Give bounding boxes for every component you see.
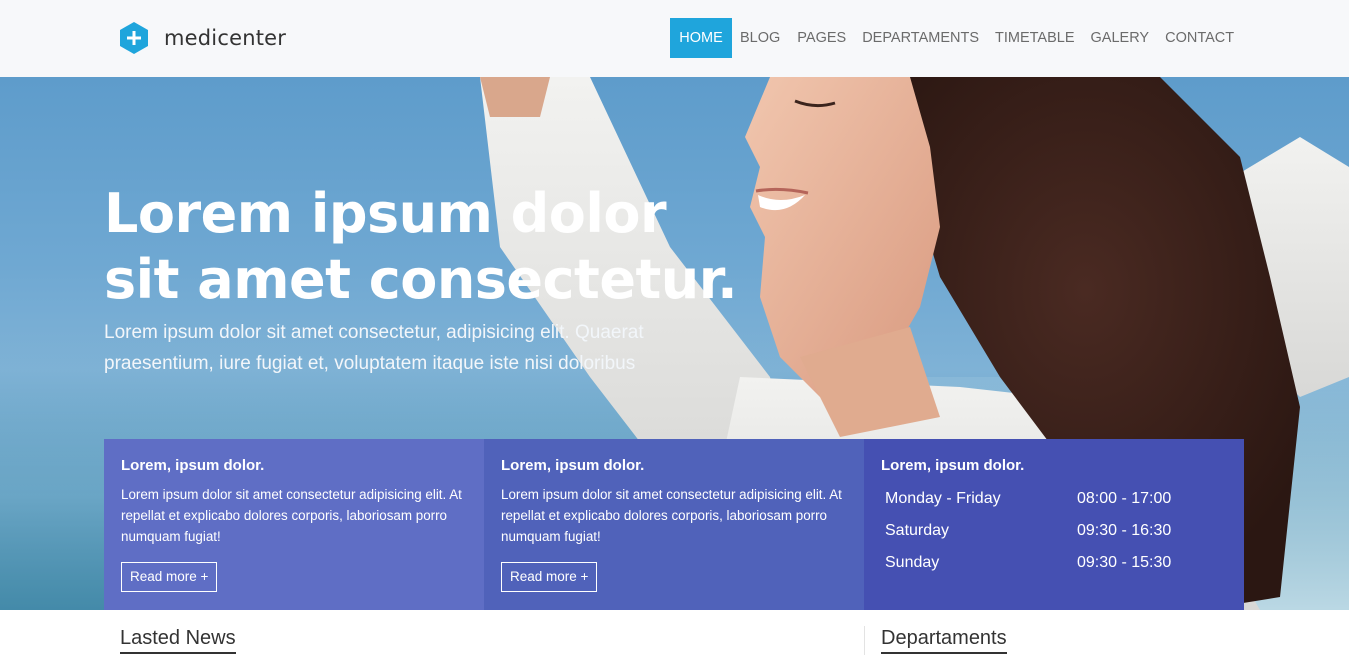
info-box-title: Lorem, ipsum dolor. [881,457,1025,474]
nav-item-timetable[interactable]: TIMETABLE [995,18,1075,58]
hours-day: Sunday [885,554,940,571]
medical-cross-icon [120,22,148,54]
info-box-2: Lorem, ipsum dolor. Lorem ipsum dolor si… [484,439,864,610]
hero-title-line1: Lorem ipsum dolor [104,182,667,245]
brand-name: medicenter [164,26,287,50]
info-box-title: Lorem, ipsum dolor. [501,457,645,474]
hero-title-line2: sit amet consectetur. [104,248,738,311]
hours-day: Saturday [885,522,950,539]
latest-news-heading: Lasted News [120,626,236,654]
info-box-1: Lorem, ipsum dolor. Lorem ipsum dolor si… [104,439,484,610]
hours-time: 09:30 - 15:30 [1077,554,1172,571]
departments-heading: Departaments [881,626,1007,654]
nav-item-home[interactable]: HOME [670,18,732,58]
opening-hours-box: Lorem, ipsum dolor. Monday - Friday 08:0… [864,439,1244,610]
info-box-title: Lorem, ipsum dolor. [121,457,265,474]
hero-subtitle-line2: praesentium, iure fugiat et, voluptatem … [104,353,636,374]
hours-row: Sunday 09:30 - 15:30 [885,549,1225,581]
hours-row: Saturday 09:30 - 16:30 [885,517,1225,549]
hero-subtitle-line1: Lorem ipsum dolor sit amet consectetur, … [104,322,644,343]
main-nav: HOME BLOG PAGES DEPARTAMENTS TIMETABLE G… [670,18,1234,58]
site-header: medicenter HOME BLOG PAGES DEPARTAMENTS … [0,0,1349,77]
info-box-text: Lorem ipsum dolor sit amet consectetur a… [501,487,842,544]
hours-time: 09:30 - 16:30 [1077,522,1172,539]
read-more-button[interactable]: Read more + [501,562,598,592]
nav-item-contact[interactable]: CONTACT [1165,18,1234,58]
hero-title: Lorem ipsum dolor sit amet consectetur. [104,181,744,313]
section-divider [864,626,865,655]
opening-hours-table: Monday - Friday 08:00 - 17:00 Saturday 0… [885,485,1225,581]
hours-day: Monday - Friday [885,490,1001,507]
info-box-text: Lorem ipsum dolor sit amet consectetur a… [121,487,462,544]
nav-item-departaments[interactable]: DEPARTAMENTS [862,18,979,58]
nav-item-pages[interactable]: PAGES [797,18,846,58]
read-more-button[interactable]: Read more + [121,562,218,592]
hours-time: 08:00 - 17:00 [1077,490,1172,507]
logo[interactable]: medicenter [120,22,286,54]
hours-row: Monday - Friday 08:00 - 17:00 [885,485,1225,517]
nav-item-galery[interactable]: GALERY [1091,18,1150,58]
nav-item-blog[interactable]: BLOG [740,18,780,58]
hero-subtitle: Lorem ipsum dolor sit amet consectetur, … [104,317,664,379]
